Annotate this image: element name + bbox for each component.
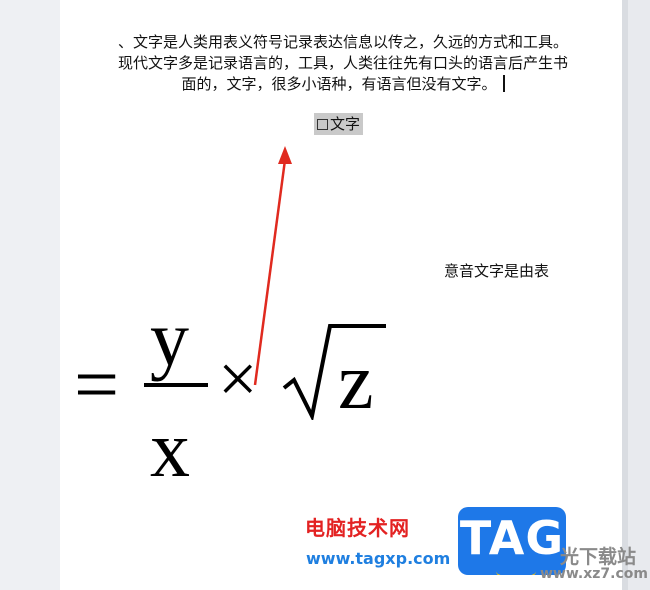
swoosh-icon (496, 563, 536, 575)
watermark-download-url: www.xz7.com (540, 566, 648, 582)
square-root-icon (282, 324, 386, 420)
watermark-download-site: 光下载站 (560, 546, 637, 568)
radicand: z (338, 338, 374, 426)
fraction-bar (144, 383, 208, 387)
times-sign: × (218, 341, 258, 418)
tag-logo: TAG (458, 507, 566, 575)
equation-object[interactable]: = y x × z (0, 0, 650, 590)
equals-sign: = (74, 341, 120, 429)
watermark-site-name: 电脑技术网 (305, 516, 410, 540)
fraction-numerator: y (150, 295, 189, 382)
tag-logo-text: TAG (459, 511, 565, 565)
watermark-site-url: www.tagxp.com (306, 549, 451, 568)
fraction-denominator: x (150, 406, 190, 494)
